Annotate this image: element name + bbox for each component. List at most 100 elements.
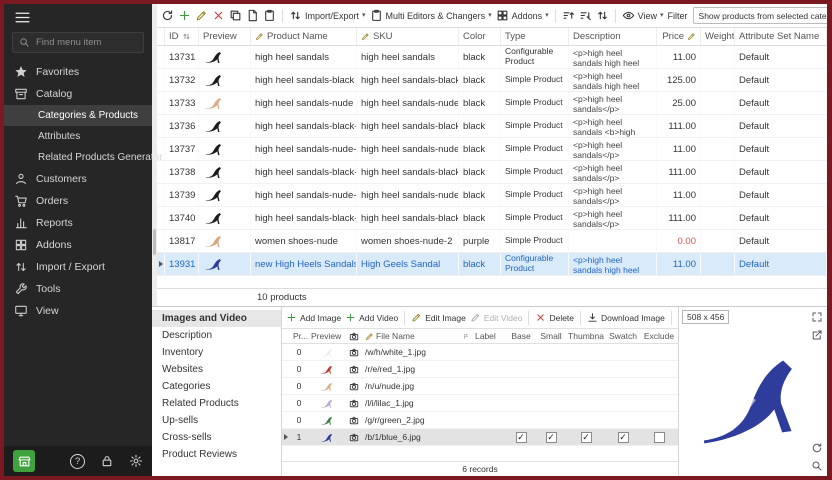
image-row[interactable]: 0 /l/i/lilac_1.jpg	[282, 395, 678, 412]
col-header-sku[interactable]: SKU	[357, 28, 459, 45]
col-header-thumbnail[interactable]: Thumbna	[566, 329, 606, 343]
col-header-label[interactable]: Label	[472, 329, 506, 343]
refresh-button[interactable]	[161, 9, 174, 22]
edit-product-button[interactable]	[195, 9, 208, 22]
sidebar-item[interactable]: Customers	[4, 168, 152, 190]
product-row[interactable]: 13817 women shoes-nude women shoes-nude-…	[157, 230, 827, 253]
col-header-name[interactable]: Product Name	[251, 28, 357, 45]
tab-item[interactable]: Related Products	[152, 395, 281, 412]
lock-icon[interactable]	[100, 454, 114, 468]
clipboard-button[interactable]	[263, 9, 276, 22]
swatch-checkbox[interactable]: ✓	[618, 432, 629, 443]
sidebar-item[interactable]: Related Products Generator	[4, 147, 152, 168]
exclude-checkbox[interactable]: ✓	[654, 432, 665, 443]
refresh-preview-icon[interactable]	[811, 442, 823, 454]
delete-product-button[interactable]	[212, 9, 225, 22]
tab-item[interactable]: Websites	[152, 361, 281, 378]
small-checkbox[interactable]: ✓	[546, 432, 557, 443]
cell-camera[interactable]	[346, 412, 362, 428]
col-header-description[interactable]: Description	[569, 28, 657, 45]
hamburger-menu-button[interactable]	[14, 9, 31, 26]
edit-image-button[interactable]: Edit Image	[411, 312, 466, 323]
sidebar-item[interactable]: Orders	[4, 190, 152, 212]
cell-camera[interactable]	[346, 344, 362, 360]
tab-item[interactable]: Cross-sells	[152, 429, 281, 446]
tab-item[interactable]: Product Reviews	[152, 446, 281, 463]
thumbnail-checkbox[interactable]: ✓	[581, 432, 592, 443]
add-video-button[interactable]: Add Video	[345, 312, 398, 323]
col-header-color[interactable]: Color	[459, 28, 501, 45]
sidebar-item[interactable]: Import / Export	[4, 256, 152, 278]
help-button[interactable]: ?	[70, 454, 85, 469]
sort-asc-button[interactable]	[562, 9, 575, 22]
image-row[interactable]: 0 /r/e/red_1.jpg	[282, 361, 678, 378]
col-header-weight[interactable]: Weight	[701, 28, 735, 45]
col-header-base[interactable]: Base	[506, 329, 536, 343]
zoom-icon[interactable]	[811, 460, 823, 472]
gear-icon[interactable]	[129, 454, 143, 468]
category-filter-select[interactable]: Show products from selected categories ▾	[693, 7, 827, 24]
image-row[interactable]: 1 /b/1/blue_6.jpg ✓ ✓ ✓ ✓ ✓	[282, 429, 678, 446]
col-header-swatch[interactable]: Swatch	[606, 329, 640, 343]
col-header-position[interactable]: Pr...	[290, 329, 308, 343]
tab-item[interactable]: Description	[152, 327, 281, 344]
sidebar-item[interactable]: Reports	[4, 212, 152, 234]
col-header-preview[interactable]: Preview	[199, 28, 251, 45]
sidebar-item[interactable]: Attributes	[4, 126, 152, 147]
image-row[interactable]: 0 /w/h/white_1.jpg	[282, 344, 678, 361]
product-row[interactable]: 13931 new High Heels Sandals High Geels …	[157, 253, 827, 276]
multi-editors-menu[interactable]: Multi Editors & Changers ▾	[370, 9, 492, 22]
sidebar-item[interactable]: Addons	[4, 234, 152, 256]
add-product-button[interactable]	[178, 9, 191, 22]
sidebar-item[interactable]: Favorites	[4, 61, 152, 83]
image-row[interactable]: 0 /g/r/green_2.jpg	[282, 412, 678, 429]
import-export-menu[interactable]: Import/Export ▾	[289, 9, 366, 22]
external-link-icon[interactable]	[811, 329, 823, 341]
menu-search[interactable]	[12, 32, 144, 53]
col-header-attribute-set[interactable]: Attribute Set Name	[735, 28, 827, 45]
col-header-small[interactable]: Small	[536, 329, 566, 343]
product-row[interactable]: 13740 high heel sandals-black-38 high he…	[157, 207, 827, 230]
col-header-filename[interactable]: File Name	[362, 329, 460, 343]
product-row[interactable]: 13732 high heel sandals-black high heel …	[157, 69, 827, 92]
col-header-preview[interactable]: Preview	[308, 329, 346, 343]
copy-button[interactable]	[229, 9, 242, 22]
cell-camera[interactable]	[346, 429, 362, 445]
cell-camera[interactable]	[346, 395, 362, 411]
col-header-price[interactable]: Price	[657, 28, 701, 45]
product-row[interactable]: 13737 high heel sandals-nude-36 high hee…	[157, 138, 827, 161]
image-row[interactable]: 0 /n/u/nude.jpg	[282, 378, 678, 395]
product-row[interactable]: 13736 high heel sandals-black-36 high he…	[157, 115, 827, 138]
reorder-button[interactable]	[596, 9, 609, 22]
sort-desc-button[interactable]	[579, 9, 592, 22]
tab-item[interactable]: Categories	[152, 378, 281, 395]
sidebar-item[interactable]: View	[4, 300, 152, 322]
col-header-camera[interactable]	[346, 329, 362, 343]
col-header-type[interactable]: Type	[501, 28, 569, 45]
tab-item[interactable]: Up-sells	[152, 412, 281, 429]
product-row[interactable]: 13731 high heel sandals high heel sandal…	[157, 46, 827, 69]
add-image-button[interactable]: Add Image	[286, 312, 341, 323]
view-menu[interactable]: View ▾	[622, 9, 664, 22]
sidebar-item[interactable]: Catalog	[4, 83, 152, 105]
col-header-id[interactable]: ID	[165, 28, 199, 45]
expand-icon[interactable]	[811, 311, 823, 323]
base-checkbox[interactable]: ✓	[516, 432, 527, 443]
tab-item[interactable]: Inventory	[152, 344, 281, 361]
menu-search-input[interactable]	[36, 37, 137, 48]
duplicate-button[interactable]	[246, 9, 259, 22]
cell-camera[interactable]	[346, 378, 362, 394]
sidebar-item[interactable]: Tools	[4, 278, 152, 300]
col-header-flag[interactable]	[460, 329, 472, 343]
product-row[interactable]: 13738 high heel sandals-black-37 high he…	[157, 161, 827, 184]
product-row[interactable]: 13733 high heel sandals-nude high heel s…	[157, 92, 827, 115]
sidebar-item[interactable]: Categories & Products	[4, 105, 152, 126]
col-header-exclude[interactable]: Exclude	[640, 329, 678, 343]
cell-camera[interactable]	[346, 361, 362, 377]
download-image-button[interactable]: Download Image	[587, 312, 665, 323]
tab-item[interactable]: Images and Video	[152, 310, 281, 327]
product-row[interactable]: 13739 high heel sandals-nude-37 high hee…	[157, 184, 827, 207]
delete-image-button[interactable]: Delete	[535, 312, 574, 323]
addons-menu[interactable]: Addons ▾	[496, 9, 549, 22]
store-button[interactable]	[13, 450, 35, 472]
